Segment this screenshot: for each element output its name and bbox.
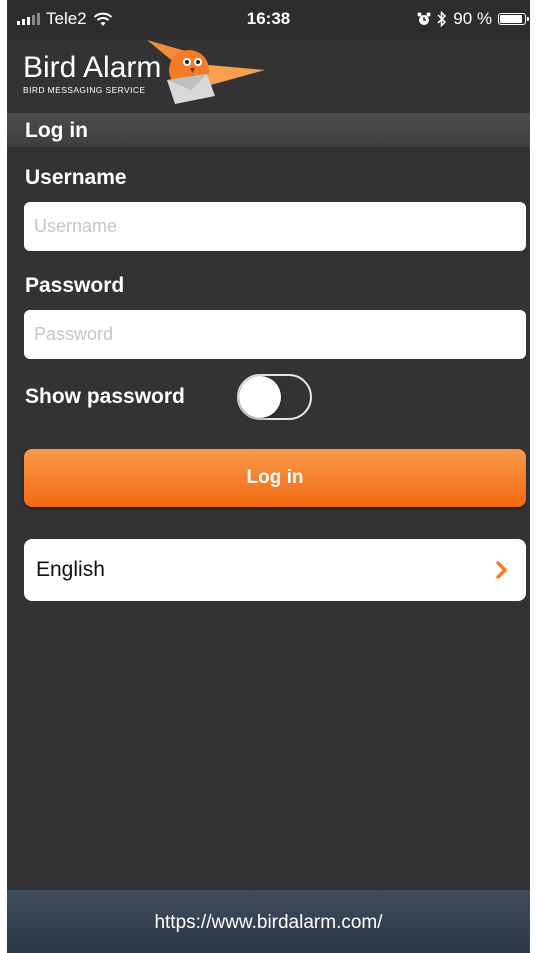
username-label: Username [25, 166, 127, 189]
login-button[interactable]: Log in [24, 449, 526, 507]
footer-url[interactable]: https://www.birdalarm.com/ [7, 912, 530, 934]
chevron-right-icon [496, 561, 507, 579]
toggle-knob [239, 376, 281, 418]
section-title: Log in [25, 119, 88, 142]
bird-mascot-icon [147, 40, 265, 104]
language-selector[interactable]: English [24, 539, 526, 601]
section-header: Log in [7, 113, 530, 147]
password-input[interactable] [24, 310, 526, 359]
password-label: Password [25, 274, 125, 297]
battery-fill [500, 15, 522, 23]
show-password-toggle[interactable] [237, 374, 312, 420]
battery-percent: 90 % [453, 9, 492, 28]
status-bar: Tele2 16:38 90 % [7, 0, 530, 40]
bluetooth-icon [437, 11, 447, 27]
username-input[interactable] [24, 202, 526, 251]
language-label: English [36, 558, 105, 581]
battery-icon [498, 13, 529, 25]
app-screen: Tele2 16:38 90 % Bird Alarm BIRD MESSAGI… [7, 0, 530, 953]
show-password-label: Show password [25, 385, 185, 408]
alarm-icon [417, 12, 431, 25]
url-footer: https://www.birdalarm.com/ [7, 890, 530, 953]
